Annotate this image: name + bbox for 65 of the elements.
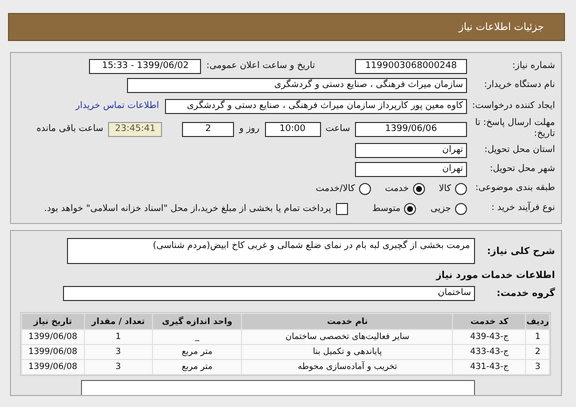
option-label: خدمت <box>384 184 409 194</box>
text-field[interactable]: سازمان میراث فرهنگی ، صنایع دستی و گردشگری <box>127 78 467 92</box>
field-label: نوع فرآیند خرید : <box>490 203 555 214</box>
field-label: گروه خدمت: <box>496 288 555 298</box>
table-cell: ج-43-439 <box>453 330 526 344</box>
table-cell: متر مربع <box>152 360 242 374</box>
field-label: ایجاد کننده درخواست: <box>471 100 555 112</box>
table-cell: 3 <box>526 360 549 374</box>
field-label: ساعت باقی مانده <box>36 124 104 134</box>
text-field[interactable]: تهران <box>355 142 467 158</box>
radio-button[interactable] <box>412 182 425 194</box>
contact-link[interactable]: اطلاعات تماس خریدار <box>76 101 159 111</box>
option-label: متوسط <box>372 204 400 214</box>
column-header: ردیف <box>526 314 549 329</box>
field-label: تاریخ و ساعت اعلان عمومی: <box>206 61 315 71</box>
radio-button[interactable] <box>455 182 467 194</box>
table-cell: متر مربع <box>152 345 242 359</box>
field-label: روز و <box>239 124 260 134</box>
field-label: نام دستگاه خریدار: <box>483 80 555 90</box>
text-field[interactable]: 10:00 <box>264 122 320 136</box>
field-label: طبقه بندی موضوعی: <box>474 183 555 194</box>
table-cell: پایاندهی و تکمیل بنا <box>242 345 452 359</box>
column-header: واحد اندازه گیری <box>152 314 242 329</box>
page-title: جزئیات اطلاعات نیاز <box>458 22 544 32</box>
table-cell: _ <box>152 330 242 344</box>
field-label: شرح کلی نیاز: <box>486 246 555 256</box>
radio-button[interactable] <box>404 202 416 214</box>
checkbox[interactable] <box>336 202 348 214</box>
text-field[interactable]: 1199003068000248 <box>355 58 467 74</box>
table-cell: 2 <box>526 345 549 359</box>
section-title: اطلاعات خدمات مورد نیاز <box>434 270 555 281</box>
column-header: نام خدمت <box>242 314 452 329</box>
text-field[interactable]: 2 <box>182 122 234 136</box>
text-field[interactable]: 1399/06/06 <box>355 122 467 136</box>
text-field[interactable]: ساختمان <box>63 286 475 300</box>
field-label: ساعت <box>326 124 350 134</box>
column-header: تعداد / مقدار <box>84 314 152 329</box>
table-cell: تخریب و آماده‌سازی محوطه <box>242 360 452 374</box>
text-field[interactable]: کاوه معین پور کارپرداز سازمان میراث فرهنگی ، صنایع دستی و گردشگری <box>165 98 467 114</box>
text-field[interactable]: تهران <box>355 162 467 176</box>
table-cell: ج-43-431 <box>453 360 526 374</box>
table-cell: سایر فعالیت‌های تخصصی ساختمان <box>242 330 452 344</box>
field-label: شماره نیاز: <box>511 60 555 72</box>
description-box[interactable]: مرمت بخشی از گچبری لبه بام در نمای ضلع شمالی و غربی کاخ ابیض(مردم شناسی) <box>67 238 475 264</box>
option-label: جزیی <box>430 204 451 214</box>
text-field[interactable]: 1399/06/02 - 15:33 <box>89 58 202 74</box>
table-cell: 1399/06/08 <box>22 360 84 374</box>
table-cell: 1 <box>84 330 152 344</box>
radio-button[interactable] <box>455 202 467 214</box>
radio-button[interactable] <box>358 182 371 194</box>
column-header: تاریخ نیاز <box>22 314 84 329</box>
option-label: کالا/خدمت <box>316 184 355 194</box>
table-cell: 1399/06/08 <box>22 345 84 359</box>
option-label: پرداخت تمام یا بخشی از مبلغ خرید،از محل "اسناد خزانه اسلامی" خواهد بود. <box>44 204 332 214</box>
field-label: استان محل تحویل: <box>483 144 555 156</box>
table-cell: 3 <box>84 360 152 374</box>
table-cell: 1399/06/08 <box>22 330 84 344</box>
field-label: مهلت ارسال پاسخ: تا تاریخ: <box>474 118 555 140</box>
field-label: شهر محل تحویل: <box>488 164 555 174</box>
table-cell: ج-43-433 <box>453 345 526 359</box>
option-label: کالا <box>438 184 451 194</box>
column-header: کد خدمت <box>453 314 526 329</box>
table-cell: 1 <box>526 330 549 344</box>
text-field[interactable]: 23:45:41 <box>108 122 162 136</box>
table-cell: 3 <box>84 345 152 359</box>
